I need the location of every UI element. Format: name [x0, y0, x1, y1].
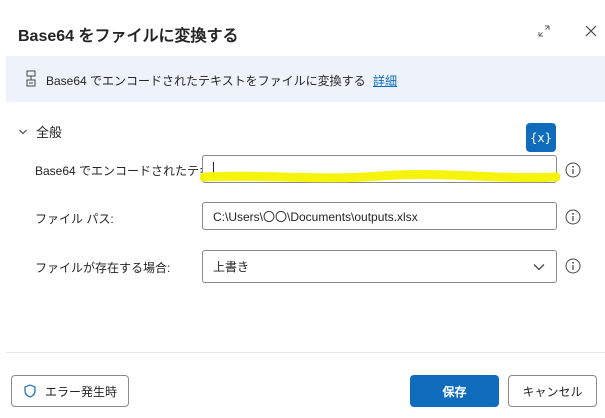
chevron-down-icon	[19, 129, 27, 134]
on-error-button[interactable]: エラー発生時	[11, 375, 129, 407]
file-path-value: C:\Users\〇〇\Documents\outputs.xlsx	[213, 209, 418, 224]
file-path-input[interactable]: C:\Users\〇〇\Documents\outputs.xlsx	[202, 202, 557, 230]
file-path-label: ファイル パス:	[35, 212, 114, 226]
info-bar: Base64 でエンコードされたテキストをファイルに変換する 詳細	[6, 56, 605, 102]
close-icon	[585, 25, 597, 37]
close-button[interactable]	[580, 20, 602, 42]
action-info-icon	[26, 70, 36, 87]
chevron-down-icon	[533, 263, 545, 270]
dialog-title: Base64 をファイルに変換する	[18, 28, 239, 45]
insert-variable-button[interactable]: {x}	[526, 123, 556, 152]
if-file-exists-label: ファイルが存在する場合:	[35, 261, 171, 275]
shield-icon	[24, 384, 36, 398]
save-button[interactable]: 保存	[410, 375, 499, 407]
info-description: Base64 でエンコードされたテキストをファイルに変換する 詳細	[46, 72, 397, 89]
section-general-toggle[interactable]: 全般	[18, 122, 62, 141]
info-circle-icon[interactable]	[565, 162, 581, 178]
info-circle-icon[interactable]	[565, 258, 581, 274]
section-label: 全般	[36, 125, 63, 140]
cancel-button[interactable]: キャンセル	[508, 375, 597, 407]
if-file-exists-dropdown[interactable]: 上書き	[202, 250, 557, 283]
expand-icon	[538, 25, 550, 37]
expand-button[interactable]	[533, 20, 555, 42]
info-circle-icon[interactable]	[565, 209, 581, 225]
details-link[interactable]: 詳細	[373, 74, 397, 88]
convert-base64-dialog: Base64 をファイルに変換する Base64 でエンコードされたテキストをフ…	[0, 0, 605, 418]
if-file-exists-value: 上書き	[213, 260, 250, 274]
info-text: Base64 でエンコードされたテキストをファイルに変換する	[46, 74, 366, 88]
footer-divider	[6, 352, 605, 353]
highlight-marker-annotation	[200, 169, 560, 183]
on-error-label: エラー発生時	[44, 384, 117, 399]
